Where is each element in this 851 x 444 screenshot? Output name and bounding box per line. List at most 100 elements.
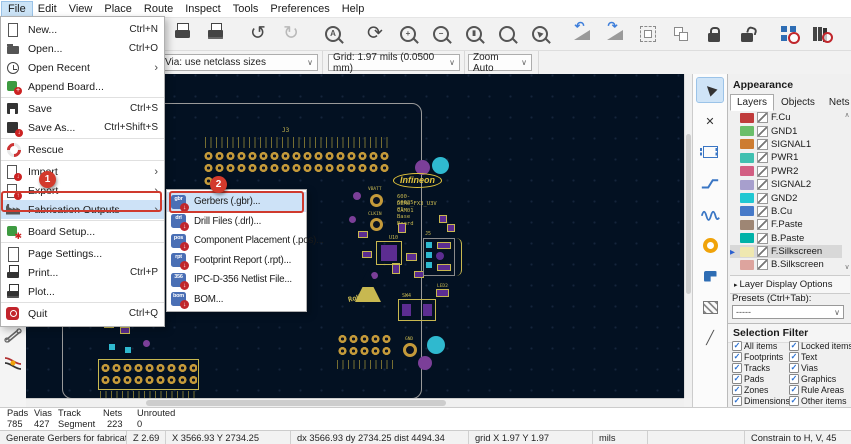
draw-line-icon[interactable]: ╱ [697,326,723,350]
submenu-item[interactable]: pos ↓ Component Placement (.pos)... [167,231,324,251]
submenu-item[interactable]: 356 ↓ IPC-D-356 Netlist File... [167,270,306,290]
file-menu-item[interactable]: Open Recent › [1,58,164,77]
add-zone-icon[interactable] [697,264,723,288]
layer-row[interactable]: PWR1 [730,151,842,164]
undo-from-here-icon[interactable]: ↶ [570,20,594,46]
layer-row[interactable]: SIGNAL1 [730,138,842,151]
layer-row[interactable]: F.Silkscreen [730,244,842,259]
file-menu-item[interactable]: Page Settings... [1,244,164,263]
layer-row[interactable]: PWR2 [730,165,842,178]
layer-color-swatch[interactable] [740,126,754,137]
curved-tracks-icon[interactable] [3,352,23,372]
plot-icon[interactable] [204,22,228,46]
refresh-icon[interactable]: ⟳ [363,22,387,46]
grid-size-dropdown[interactable]: Grid: 1.97 mils (0.0500 mm) ∨ [328,52,460,74]
layer-visibility-icon[interactable] [757,205,768,217]
layer-color-swatch[interactable] [740,112,754,123]
lock-icon[interactable] [702,22,726,46]
selection-filter-checkbox[interactable]: ✓ Tracks [732,363,789,374]
layer-visibility-icon[interactable] [757,165,768,177]
menu-bar-item[interactable]: Inspect [179,2,226,16]
layer-row[interactable]: SIGNAL2 [730,178,842,191]
tune-length-icon[interactable] [697,202,723,226]
appearance-tab[interactable]: Nets [822,94,851,111]
paste-special-icon[interactable] [636,22,660,46]
submenu-item[interactable]: rpt ↓ Footprint Report (.rpt)... [167,251,306,271]
layer-color-swatch[interactable] [740,259,754,270]
select-tool-icon[interactable]: ▶ [696,77,724,103]
layer-color-swatch[interactable] [740,193,754,204]
group-items-icon[interactable] [669,22,693,46]
selection-filter-checkbox[interactable]: ✓ Graphics [789,374,850,385]
selection-filter-checkbox[interactable]: ✓ Other items [789,395,850,406]
submenu-item[interactable]: bom ↓ BOM... [167,290,306,310]
layer-row[interactable]: B.Paste [730,232,842,245]
layer-color-swatch[interactable] [740,233,754,244]
layer-visibility-icon[interactable] [757,138,768,150]
layer-color-swatch[interactable] [740,179,754,190]
show-ratsnest-icon[interactable] [3,325,23,345]
via-size-dropdown[interactable]: Via: use netclass sizes ∨ [160,54,318,71]
route-tracks-icon[interactable] [697,171,723,195]
zoom-selection-icon[interactable]: ▶ [528,22,552,46]
add-rule-area-icon[interactable] [697,295,723,319]
layer-visibility-icon[interactable] [757,152,768,164]
scrollbar-thumb[interactable] [146,400,446,406]
menu-bar-item[interactable]: View [63,2,99,16]
file-menu-item[interactable]: Save As... Ctrl+Shift+S [1,118,164,139]
layer-color-swatch[interactable] [740,152,754,163]
redo-from-here-icon[interactable]: ↷ [603,20,627,46]
menu-bar-item[interactable]: Preferences [264,2,335,16]
file-menu-item[interactable]: Print... Ctrl+P [1,263,164,282]
selection-filter-checkbox[interactable]: ✓ Zones [732,385,789,396]
layer-row[interactable]: F.Paste [730,218,842,231]
layer-row[interactable]: F.Cu [730,111,842,124]
print-icon[interactable] [171,22,195,46]
drc-icon[interactable] [777,22,801,46]
zoom-fit-icon[interactable]: ▮ [462,22,486,46]
layer-color-swatch[interactable] [740,139,754,150]
selection-filter-checkbox[interactable]: ✓ Text [789,352,850,363]
file-menu-item[interactable]: Open... Ctrl+O [1,39,164,58]
layer-color-swatch[interactable] [740,246,754,257]
zoom-in-icon[interactable]: + [396,22,420,46]
selection-filter-checkbox[interactable]: ✓ Locked items [789,341,851,352]
layer-visibility-icon[interactable] [757,232,768,244]
zoom-objects-icon[interactable] [495,22,519,46]
unlock-icon[interactable] [735,22,759,46]
zoom-out-icon[interactable]: − [429,22,453,46]
layer-row[interactable]: B.Silkscreen [730,258,842,271]
file-menu-item[interactable]: Import › [1,162,164,181]
local-ratsnest-icon[interactable]: ✕ [697,109,723,133]
layer-visibility-icon[interactable] [757,179,768,191]
submenu-item[interactable]: drl ↓ Drill Files (.drl)... [167,212,306,232]
redo-icon[interactable]: ↻ [279,22,303,46]
file-menu-item[interactable]: Board Setup... [1,222,164,243]
selection-filter-checkbox[interactable]: ✓ Vias [789,363,850,374]
layer-color-swatch[interactable] [740,219,754,230]
layer-row[interactable]: GND2 [730,191,842,204]
selection-filter-checkbox[interactable]: ✓ All items [732,341,789,352]
undo-icon[interactable]: ↺ [246,22,270,46]
file-menu-item[interactable]: New... Ctrl+N [1,20,164,39]
layer-visibility-icon[interactable] [757,112,768,124]
scroll-down-icon[interactable]: ∨ [843,263,851,271]
presets-dropdown[interactable]: ----- ∨ [732,305,844,319]
appearance-tab[interactable]: Objects [774,94,822,111]
layer-color-swatch[interactable] [740,166,754,177]
selection-filter-checkbox[interactable]: ✓ Rule Areas [789,385,850,396]
layer-color-swatch[interactable] [740,206,754,217]
file-menu-item[interactable]: Plot... [1,282,164,303]
file-menu-item[interactable]: Append Board... [1,77,164,98]
layer-visibility-icon[interactable] [757,219,768,231]
layer-display-options[interactable]: ▸ Layer Display Options [730,275,850,294]
zoom-level-dropdown[interactable]: Zoom Auto ∨ [468,52,532,74]
layer-visibility-icon[interactable] [757,259,768,271]
selection-filter-checkbox[interactable]: ✓ Footprints [732,352,789,363]
menu-bar-item[interactable]: Edit [32,2,63,16]
menu-bar-item[interactable]: Place [98,2,138,16]
layer-visibility-icon[interactable] [757,192,768,204]
menu-bar-item[interactable]: Help [336,2,371,16]
scroll-up-icon[interactable]: ∧ [843,111,851,119]
file-menu-item[interactable]: Rescue [1,140,164,161]
